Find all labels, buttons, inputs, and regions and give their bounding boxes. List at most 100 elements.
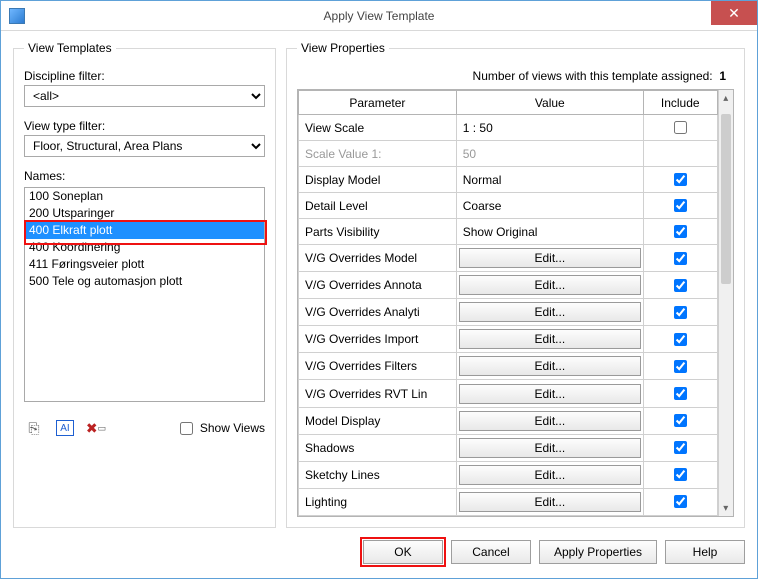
parameter-cell: Lighting [299,488,457,515]
names-listbox[interactable]: 100 Soneplan200 Utsparinger400 Elkraft p… [24,187,265,402]
include-checkbox[interactable] [674,414,687,427]
table-row: V/G Overrides ModelEdit... [299,245,718,272]
close-button[interactable]: ✕ [711,1,757,25]
parameter-cell: View Scale [299,115,457,141]
value-cell[interactable]: Edit... [456,380,643,407]
include-cell[interactable] [643,272,717,299]
value-cell[interactable]: Coarse [456,193,643,219]
table-row: Sketchy LinesEdit... [299,461,718,488]
include-cell[interactable] [643,245,717,272]
help-button[interactable]: Help [665,540,745,564]
edit-button[interactable]: Edit... [459,411,641,431]
include-checkbox[interactable] [674,468,687,481]
edit-button[interactable]: Edit... [459,492,641,512]
edit-button[interactable]: Edit... [459,356,641,376]
table-row: Detail LevelCoarse [299,193,718,219]
include-checkbox[interactable] [674,441,687,454]
include-checkbox[interactable] [674,121,687,134]
scroll-down-icon[interactable]: ▾ [719,500,733,516]
include-checkbox[interactable] [674,199,687,212]
include-checkbox[interactable] [674,306,687,319]
show-views-checkbox[interactable]: Show Views [176,419,265,438]
include-checkbox[interactable] [674,225,687,238]
value-cell[interactable]: Edit... [456,407,643,434]
value-cell[interactable]: Edit... [456,272,643,299]
column-parameter[interactable]: Parameter [299,91,457,115]
include-cell[interactable] [643,193,717,219]
cancel-button[interactable]: Cancel [451,540,531,564]
delete-template-icon[interactable]: ✖▭ [86,418,106,438]
value-cell[interactable]: Edit... [456,299,643,326]
value-cell[interactable]: Edit... [456,434,643,461]
include-cell[interactable] [643,167,717,193]
discipline-filter-combo[interactable]: <all> [24,85,265,107]
edit-button[interactable]: Edit... [459,384,641,404]
include-checkbox[interactable] [674,360,687,373]
view-templates-legend: View Templates [24,41,116,55]
list-item[interactable]: 400 Koordinering [25,239,264,256]
list-item[interactable]: 400 Elkraft plott [25,222,264,239]
names-label: Names: [24,169,265,183]
include-cell[interactable] [643,407,717,434]
list-item[interactable]: 500 Tele og automasjon plott [25,273,264,290]
edit-button[interactable]: Edit... [459,438,641,458]
edit-button[interactable]: Edit... [459,329,641,349]
include-checkbox[interactable] [674,387,687,400]
include-checkbox[interactable] [674,495,687,508]
view-properties-group: View Properties Number of views with thi… [286,41,745,528]
include-cell[interactable] [643,115,717,141]
include-cell[interactable] [643,299,717,326]
table-row: V/G Overrides AnnotaEdit... [299,272,718,299]
value-cell[interactable]: Edit... [456,488,643,515]
parameter-cell: V/G Overrides Model [299,245,457,272]
include-checkbox[interactable] [674,279,687,292]
include-cell[interactable] [643,353,717,380]
edit-button[interactable]: Edit... [459,302,641,322]
value-cell: 50 [456,141,643,167]
show-views-input[interactable] [180,422,193,435]
parameter-cell: Display Model [299,167,457,193]
viewtype-filter-combo[interactable]: Floor, Structural, Area Plans [24,135,265,157]
column-include[interactable]: Include [643,91,717,115]
include-cell[interactable] [643,326,717,353]
scroll-thumb[interactable] [721,114,731,284]
list-item[interactable]: 411 Føringsveier plott [25,256,264,273]
include-cell[interactable] [643,488,717,515]
parameter-cell: V/G Overrides Filters [299,353,457,380]
apply-properties-button[interactable]: Apply Properties [539,540,657,564]
column-value[interactable]: Value [456,91,643,115]
scroll-up-icon[interactable]: ▴ [719,90,733,106]
vertical-scrollbar[interactable]: ▴ ▾ [718,90,733,516]
value-cell[interactable]: Normal [456,167,643,193]
list-item[interactable]: 100 Soneplan [25,188,264,205]
include-cell[interactable] [643,461,717,488]
value-cell[interactable]: 1 : 50 [456,115,643,141]
include-checkbox[interactable] [674,333,687,346]
ok-button[interactable]: OK [363,540,443,564]
value-cell[interactable]: Edit... [456,245,643,272]
view-templates-group: View Templates Discipline filter: <all> … [13,41,276,528]
duplicate-template-icon[interactable]: ⎘ [24,418,44,438]
include-checkbox[interactable] [674,173,687,186]
edit-button[interactable]: Edit... [459,465,641,485]
properties-grid[interactable]: Parameter Value Include View Scale1 : 50… [298,90,718,516]
show-views-label: Show Views [200,421,265,435]
rename-template-icon[interactable]: AI [56,420,74,436]
close-icon: ✕ [728,5,740,22]
table-row: V/G Overrides FiltersEdit... [299,353,718,380]
value-cell[interactable]: Show Original [456,219,643,245]
value-cell[interactable]: Edit... [456,353,643,380]
value-cell[interactable]: Edit... [456,461,643,488]
edit-button[interactable]: Edit... [459,275,641,295]
include-cell [643,141,717,167]
edit-button[interactable]: Edit... [459,248,641,268]
include-cell[interactable] [643,434,717,461]
parameter-cell: Parts Visibility [299,219,457,245]
value-cell[interactable]: Edit... [456,326,643,353]
parameter-cell: Detail Level [299,193,457,219]
include-cell[interactable] [643,219,717,245]
include-cell[interactable] [643,380,717,407]
view-properties-legend: View Properties [297,41,389,55]
include-checkbox[interactable] [674,252,687,265]
list-item[interactable]: 200 Utsparinger [25,205,264,222]
